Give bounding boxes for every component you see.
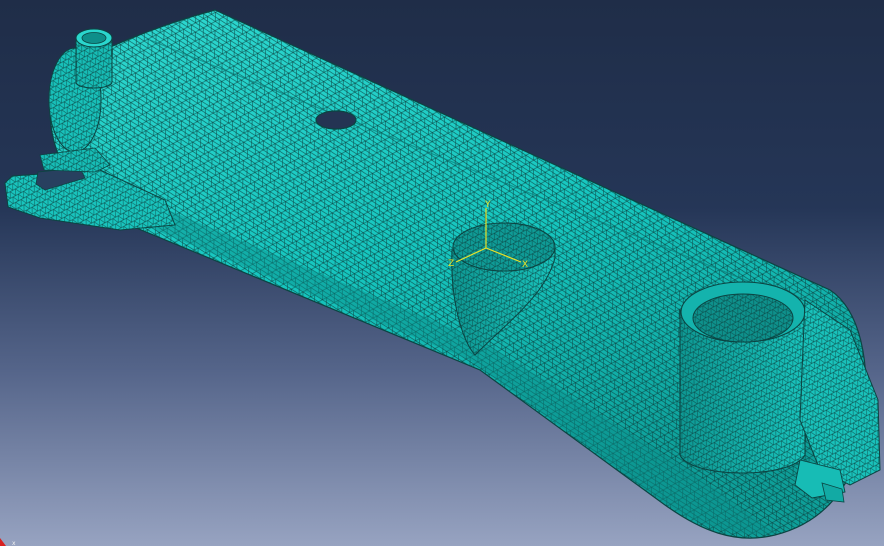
right-end-bracket[interactable] (794, 299, 881, 503)
top-hole[interactable] (315, 110, 357, 130)
csys-y-label: Y (484, 200, 491, 210)
view-triad-label: x (12, 540, 16, 546)
right-cylinder-port[interactable] (679, 281, 806, 474)
model-viewport-svg[interactable]: Y X Z (0, 0, 884, 546)
csys-x-label: X (522, 260, 528, 270)
graphics-viewport[interactable]: Y X Z x (0, 0, 884, 546)
view-triad-icon: x (0, 538, 16, 546)
left-nozzle[interactable] (75, 28, 113, 89)
csys-z-label: Z (448, 259, 454, 269)
